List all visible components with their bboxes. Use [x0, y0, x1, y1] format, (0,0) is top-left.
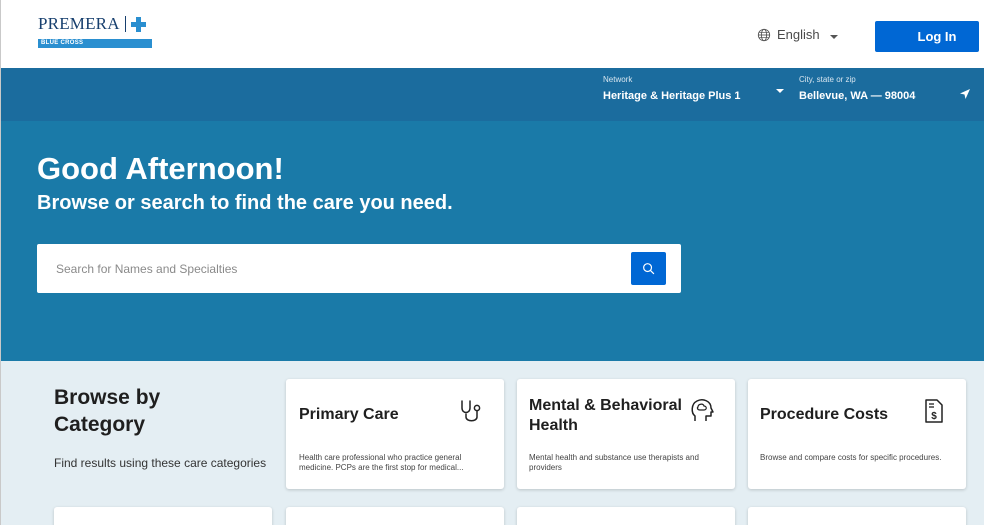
blue-cross-icon — [130, 16, 146, 32]
chevron-down-icon — [829, 34, 838, 39]
window-edge — [0, 0, 1, 525]
location-arrow-icon[interactable] — [959, 88, 971, 100]
login-button[interactable]: Log In — [875, 21, 979, 52]
category-card-partial[interactable] — [748, 507, 966, 525]
search-button[interactable] — [631, 252, 666, 285]
card-description: Browse and compare costs for specific pr… — [760, 453, 942, 462]
network-label: Network — [603, 75, 633, 84]
stethoscope-icon — [461, 400, 481, 422]
network-value: Heritage & Heritage Plus 1 — [603, 90, 741, 102]
card-title: Primary Care — [299, 406, 399, 423]
network-chevron-down-icon — [776, 89, 784, 93]
card-description: Mental health and substance use therapis… — [529, 453, 699, 472]
brain-head-icon — [691, 399, 714, 421]
language-label: English — [777, 27, 820, 42]
logo-subtitle: BLUE CROSS — [38, 39, 152, 48]
browse-heading: Browse by Category — [54, 386, 161, 436]
svg-text:$: $ — [931, 411, 937, 422]
card-title: Procedure Costs — [760, 406, 889, 423]
logo-divider — [124, 16, 126, 32]
search-box — [37, 244, 681, 293]
browse-subtitle: Find results using these care categories — [54, 456, 267, 470]
category-card-procedure-costs[interactable]: Procedure Costs $ Browse and compare cos… — [748, 379, 966, 489]
category-card-partial[interactable] — [286, 507, 504, 525]
search-input[interactable] — [56, 244, 616, 293]
location-value: Bellevue, WA — 98004 — [799, 90, 916, 102]
category-card-partial[interactable] — [54, 507, 272, 525]
category-card-partial[interactable] — [517, 507, 735, 525]
logo-wordmark: PREMERA — [38, 14, 120, 33]
category-card-mental-health[interactable]: Mental & Behavioral Health Mental health… — [517, 379, 735, 489]
globe-icon — [757, 28, 771, 41]
top-header: PREMERA BLUE CROSS English Log In — [0, 0, 984, 68]
hero-subtitle: Browse or search to find the care you ne… — [37, 192, 453, 214]
card-title: Mental & Behavioral Health — [529, 397, 682, 434]
location-label: City, state or zip — [799, 75, 856, 84]
language-selector[interactable]: English — [757, 27, 838, 42]
card-description: Health care professional who practice ge… — [299, 453, 464, 472]
cost-document-icon: $ — [925, 399, 943, 423]
premera-logo[interactable]: PREMERA BLUE CROSS — [38, 13, 152, 48]
search-icon — [643, 263, 655, 275]
logo-row: PREMERA — [38, 13, 152, 35]
greeting-heading: Good Afternoon! — [37, 151, 284, 186]
category-card-primary-care[interactable]: Primary Care Health care professional wh… — [286, 379, 504, 489]
